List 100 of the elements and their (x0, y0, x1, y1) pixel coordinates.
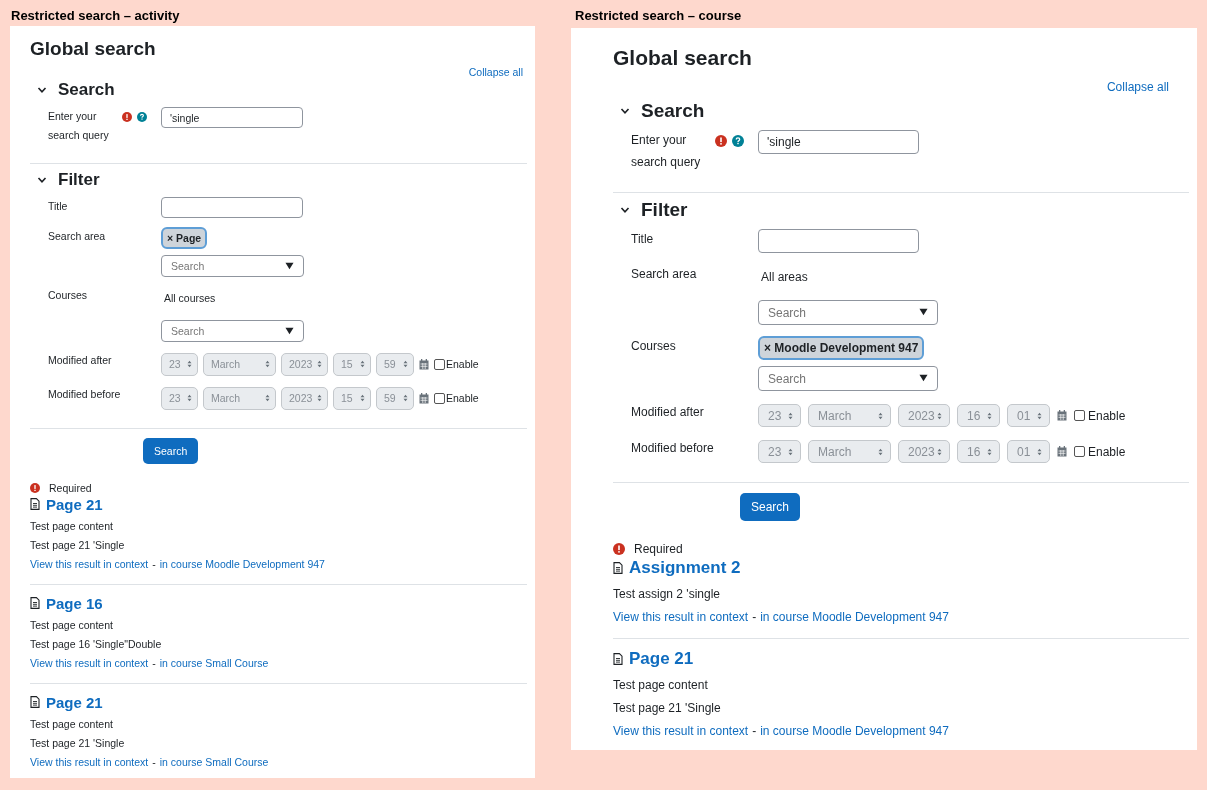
collapse-all-link[interactable]: Collapse all (468, 66, 523, 78)
result-title-link[interactable]: Page 21 (46, 693, 103, 711)
section-heading: Search (641, 100, 705, 122)
help-icon[interactable] (732, 135, 744, 147)
search-query-field[interactable]: 'single (758, 130, 919, 154)
field-label: Modified before (631, 440, 711, 458)
up-down-arrows-icon (878, 411, 883, 420)
checkbox-label: Enable (446, 392, 479, 405)
up-down-arrows-icon (987, 411, 992, 420)
context-link[interactable]: View this result in context (613, 724, 749, 739)
panel-caption: Restricted search – activity (10, 7, 181, 25)
calendar-icon[interactable] (419, 392, 429, 404)
result-text: Test page content (30, 618, 114, 631)
selected-chip[interactable]: × Moodle Development 947 (758, 336, 925, 361)
document-icon (30, 498, 40, 511)
chevron-icon[interactable] (36, 85, 48, 95)
up-down-arrows-icon (403, 360, 408, 369)
course-link[interactable]: in course Moodle Development 947 (159, 557, 325, 570)
page-title: Global search (613, 46, 753, 70)
page-title: Global search (30, 38, 157, 60)
required-note: Required (49, 481, 92, 494)
context-link[interactable]: View this result in context (30, 755, 149, 768)
up-down-arrows-icon (788, 411, 793, 420)
course-link[interactable]: in course Moodle Development 947 (760, 724, 949, 739)
up-down-arrows-icon (403, 394, 408, 403)
section-heading: Filter (58, 169, 100, 190)
search-query-field[interactable]: 'single (161, 107, 303, 128)
up-down-arrows-icon (187, 394, 192, 403)
course-link[interactable]: in course Small Course (159, 755, 269, 768)
title-field[interactable] (161, 196, 303, 218)
required-note: Required (634, 542, 683, 557)
selection-summary: All areas (760, 269, 809, 287)
up-down-arrows-icon (187, 360, 192, 369)
course-link[interactable]: in course Small Course (159, 656, 269, 669)
up-down-arrows-icon (360, 394, 365, 403)
field-label: Search area (631, 266, 698, 284)
result-title-link[interactable]: Assignment 2 (629, 558, 741, 579)
search-dropdown[interactable]: Search (758, 300, 938, 326)
calendar-icon[interactable] (419, 358, 429, 370)
calendar-icon[interactable] (1057, 410, 1067, 422)
field-label: Modified before (48, 386, 118, 402)
result-title-link[interactable]: Page 21 (629, 649, 694, 670)
search-button[interactable]: Search (740, 493, 801, 522)
result-text: Test page 21 'Single (613, 701, 722, 716)
help-icon[interactable] (137, 112, 147, 122)
result-text: Test page content (30, 519, 114, 532)
result-text: Test page 16 'Single"Double (30, 637, 163, 650)
calendar-icon[interactable] (1057, 446, 1067, 458)
result-text: Test page 21 'Single (30, 538, 126, 551)
search-button[interactable]: Search (143, 437, 199, 464)
result-title-link[interactable]: Page 16 (46, 594, 103, 612)
required-icon (613, 543, 625, 556)
up-down-arrows-icon (1037, 447, 1042, 456)
field-label: Enter your search query (48, 109, 110, 143)
checkbox-label: Enable (446, 358, 479, 371)
checkbox-label: Enable (1088, 444, 1126, 459)
separator-text: - (752, 724, 757, 739)
required-icon (30, 482, 40, 493)
up-down-arrows-icon (937, 447, 942, 456)
up-down-arrows-icon (788, 447, 793, 456)
up-down-arrows-icon (265, 360, 270, 369)
result-text: Test page content (30, 717, 114, 730)
chevron-icon[interactable] (619, 106, 631, 116)
selected-chip[interactable]: × Page (161, 226, 208, 249)
result-text: Test page content (613, 678, 709, 693)
separator-text: - (152, 557, 156, 570)
up-down-arrows-icon (987, 447, 992, 456)
up-down-arrows-icon (317, 360, 322, 369)
field-label: Courses (48, 287, 89, 303)
result-text: Test page 21 'Single (30, 736, 126, 749)
up-down-arrows-icon (317, 394, 322, 403)
separator-text: - (152, 656, 156, 669)
caret-icon (285, 261, 294, 270)
context-link[interactable]: View this result in context (30, 656, 149, 669)
field-label: Enter your search query (631, 132, 702, 171)
result-title-link[interactable]: Page 21 (46, 495, 103, 513)
context-link[interactable]: View this result in context (613, 610, 749, 625)
selection-summary: All courses (163, 290, 217, 306)
search-dropdown[interactable]: Search (161, 254, 304, 277)
document-icon (613, 653, 623, 666)
document-icon (613, 562, 623, 575)
checkbox-label: Enable (1088, 408, 1126, 423)
up-down-arrows-icon (937, 411, 942, 420)
up-down-arrows-icon (265, 394, 270, 403)
field-label: Courses (631, 338, 677, 356)
search-dropdown[interactable]: Search (161, 319, 304, 342)
section-heading: Filter (641, 199, 688, 222)
document-icon (30, 597, 40, 610)
caret-icon (919, 374, 928, 383)
panel-caption: Restricted search – course (574, 7, 743, 25)
collapse-all-link[interactable]: Collapse all (1106, 80, 1169, 94)
up-down-arrows-icon (878, 447, 883, 456)
field-label: Title (48, 198, 69, 214)
course-link[interactable]: in course Moodle Development 947 (760, 610, 949, 625)
field-label: Modified after (631, 404, 705, 422)
title-field[interactable] (758, 229, 919, 254)
context-link[interactable]: View this result in context (30, 557, 149, 570)
field-label: Title (631, 231, 655, 249)
search-dropdown[interactable]: Search (758, 366, 938, 392)
result-text: Test assign 2 'single (613, 587, 721, 602)
